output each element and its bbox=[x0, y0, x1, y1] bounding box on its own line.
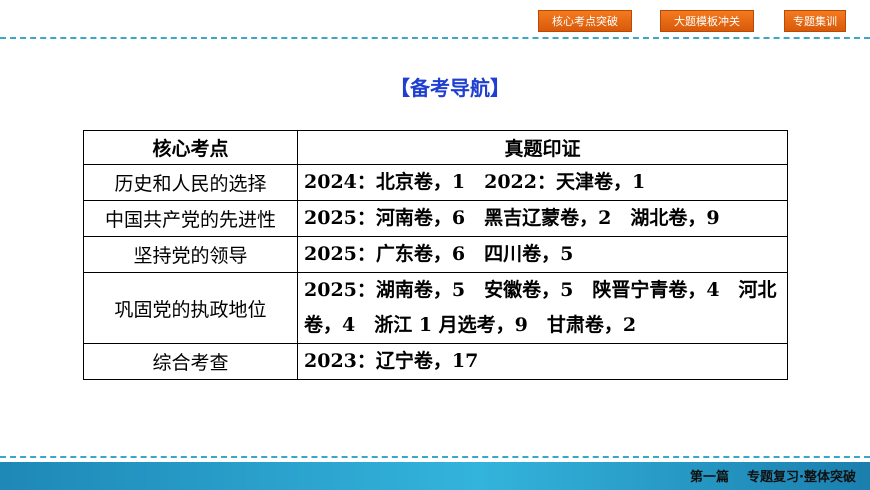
topic-cell: 历史和人民的选择 bbox=[83, 164, 298, 201]
topic-cell: 巩固党的执政地位 bbox=[83, 272, 298, 344]
footer-caption: 第一篇 专题复习·整体突破 bbox=[672, 466, 856, 485]
evidence-cell: 2025：湖南卷，5 安徽卷，5 陕晋宁青卷，4 河北卷，4 浙江 1 月选考，… bbox=[297, 272, 788, 344]
page-title: 【备考导航】 bbox=[390, 76, 510, 100]
evidence-cell: 2024：北京卷，1 2022：天津卷，1 bbox=[297, 164, 788, 201]
topic-cell: 坚持党的领导 bbox=[83, 236, 298, 273]
table-header-row: 核心考点 真题印证 bbox=[83, 130, 788, 165]
column-header-evidence: 真题印证 bbox=[297, 130, 788, 165]
table-row: 综合考查 2023：辽宁卷，17 bbox=[83, 343, 788, 380]
exam-guide-table: 核心考点 真题印证 历史和人民的选择 2024：北京卷，1 2022：天津卷，1… bbox=[83, 130, 788, 380]
footer-divider bbox=[0, 456, 870, 458]
table-row: 中国共产党的先进性 2025：河南卷，6 黑吉辽蒙卷，2 湖北卷，9 bbox=[83, 200, 788, 237]
column-header-topic: 核心考点 bbox=[83, 130, 298, 165]
footer-section-label: 专题复习·整体突破 bbox=[747, 470, 856, 485]
nav-button-core-points[interactable]: 核心考点突破 bbox=[538, 10, 632, 32]
evidence-cell: 2025：河南卷，6 黑吉辽蒙卷，2 湖北卷，9 bbox=[297, 200, 788, 237]
nav-button-topic-training[interactable]: 专题集训 bbox=[784, 10, 846, 32]
table-row: 巩固党的执政地位 2025：湖南卷，5 安徽卷，5 陕晋宁青卷，4 河北卷，4 … bbox=[83, 272, 788, 344]
footer-part-label: 第一篇 bbox=[690, 470, 730, 485]
nav-button-big-question-templates[interactable]: 大题模板冲关 bbox=[660, 10, 754, 32]
evidence-cell: 2023：辽宁卷，17 bbox=[297, 343, 788, 380]
table-row: 坚持党的领导 2025：广东卷，6 四川卷，5 bbox=[83, 236, 788, 273]
topic-cell: 综合考查 bbox=[83, 343, 298, 380]
table-row: 历史和人民的选择 2024：北京卷，1 2022：天津卷，1 bbox=[83, 164, 788, 201]
header-divider bbox=[0, 37, 870, 39]
topic-cell: 中国共产党的先进性 bbox=[83, 200, 298, 237]
evidence-cell: 2025：广东卷，6 四川卷，5 bbox=[297, 236, 788, 273]
